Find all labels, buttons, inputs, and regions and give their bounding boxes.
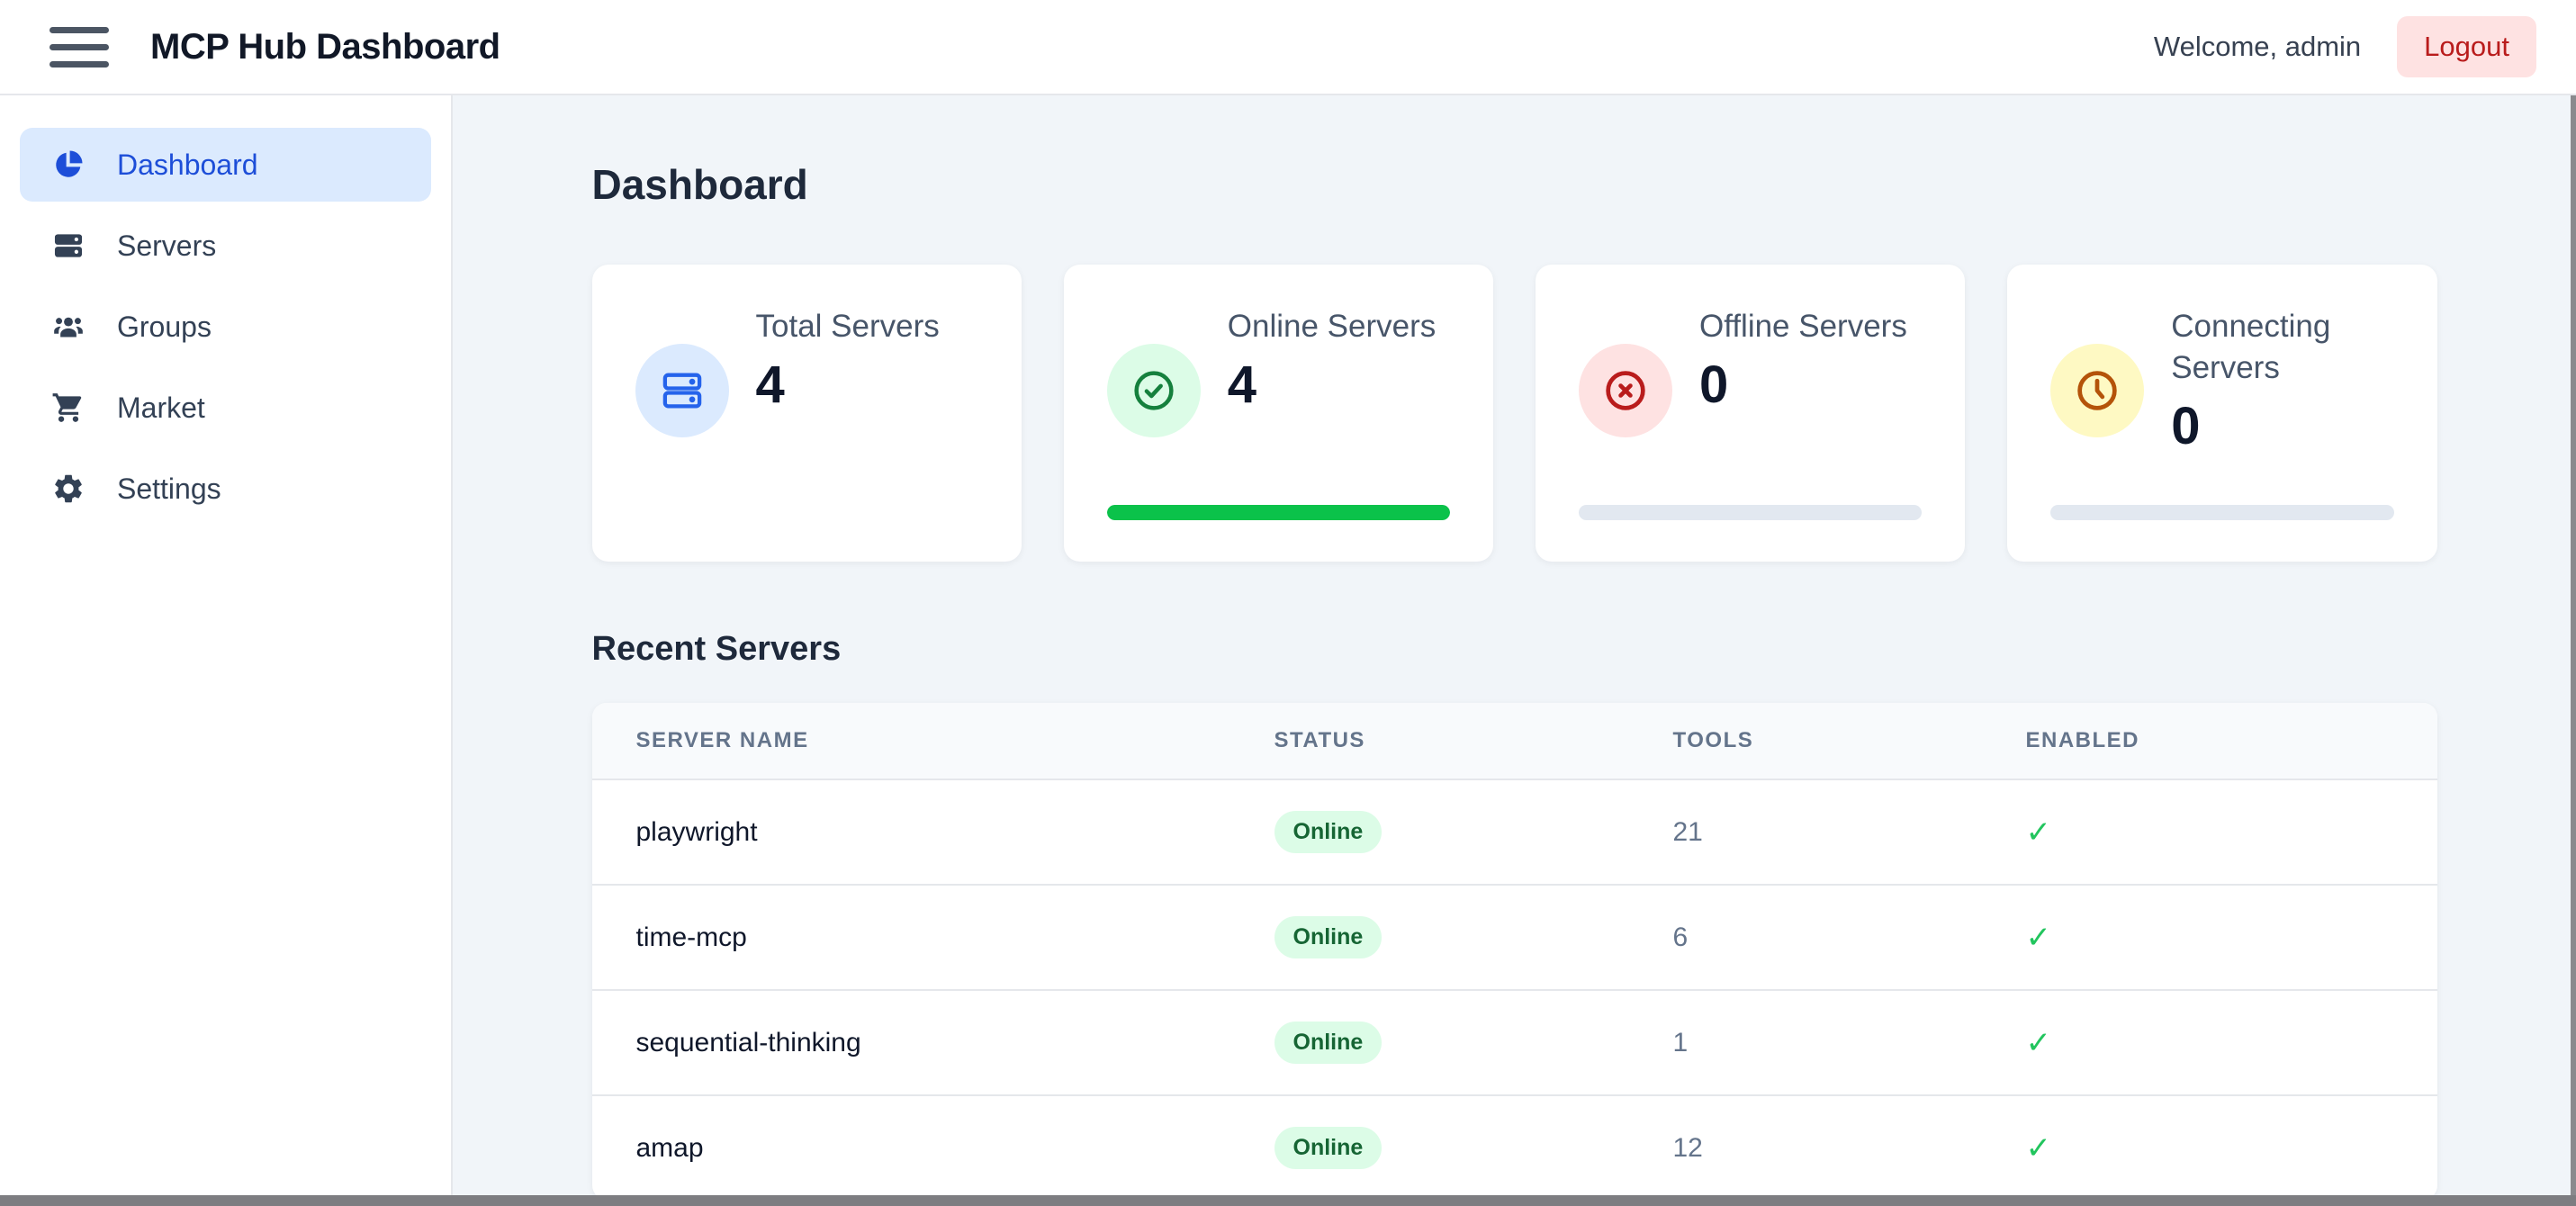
server-name: playwright — [592, 779, 1274, 885]
tools-count: 21 — [1673, 779, 2026, 885]
stat-card-total-servers: Total Servers 4 — [592, 265, 1022, 562]
tools-count: 12 — [1673, 1095, 2026, 1195]
online-progress-bar — [1107, 505, 1450, 520]
tools-count: 1 — [1673, 990, 2026, 1095]
connecting-progress-bar — [2050, 505, 2393, 520]
sidebar-item-label: Dashboard — [117, 148, 258, 182]
recent-servers-table: SERVER NAME STATUS TOOLS ENABLED playwri… — [592, 703, 2437, 1195]
clock-icon — [2050, 344, 2144, 437]
stat-card-value: 4 — [1228, 355, 1436, 415]
sidebar-item-label: Groups — [117, 310, 212, 344]
table-header-row: SERVER NAME STATUS TOOLS ENABLED — [592, 703, 2437, 779]
server-icon — [635, 344, 729, 437]
tools-count: 6 — [1673, 885, 2026, 990]
server-name: amap — [592, 1095, 1274, 1195]
check-circle-icon — [1107, 344, 1201, 437]
stat-card-label: Online Servers — [1228, 306, 1436, 347]
bottom-scrollbar[interactable] — [0, 1195, 2576, 1206]
table-row: time-mcp Online 6 ✓ — [592, 885, 2437, 990]
stat-card-value: 4 — [756, 355, 940, 415]
sidebar-item-market[interactable]: Market — [20, 371, 431, 445]
logout-button[interactable]: Logout — [2397, 16, 2536, 77]
column-header-status: STATUS — [1274, 703, 1673, 779]
stat-card-online-servers: Online Servers 4 — [1064, 265, 1493, 562]
status-badge: Online — [1274, 811, 1383, 853]
stat-card-connecting-servers: Connecting Servers 0 — [2007, 265, 2436, 562]
enabled-check-icon: ✓ — [2026, 990, 2437, 1095]
column-header-server-name: SERVER NAME — [592, 703, 1274, 779]
enabled-check-icon: ✓ — [2026, 885, 2437, 990]
sidebar-item-settings[interactable]: Settings — [20, 452, 431, 526]
server-name: sequential-thinking — [592, 990, 1274, 1095]
status-badge: Online — [1274, 1022, 1383, 1064]
stat-card-label: Offline Servers — [1699, 306, 1907, 347]
recent-servers-heading: Recent Servers — [592, 630, 2437, 669]
enabled-check-icon: ✓ — [2026, 779, 2437, 885]
sidebar-item-dashboard[interactable]: Dashboard — [20, 128, 431, 202]
sidebar-item-label: Servers — [117, 230, 216, 263]
sidebar-item-label: Settings — [117, 472, 221, 506]
stat-card-offline-servers: Offline Servers 0 — [1536, 265, 1965, 562]
users-group-icon — [50, 309, 86, 345]
page-title: Dashboard — [592, 160, 2437, 209]
shopping-cart-icon — [50, 390, 86, 426]
x-circle-icon — [1579, 344, 1672, 437]
offline-progress-bar — [1579, 505, 1922, 520]
stat-card-value: 0 — [2171, 396, 2393, 456]
app-title: MCP Hub Dashboard — [150, 27, 500, 68]
table-row: amap Online 12 ✓ — [592, 1095, 2437, 1195]
table-row: playwright Online 21 ✓ — [592, 779, 2437, 885]
column-header-tools: TOOLS — [1673, 703, 2026, 779]
column-header-enabled: ENABLED — [2026, 703, 2437, 779]
stat-card-value: 0 — [1699, 355, 1907, 415]
vertical-scrollbar[interactable] — [2571, 95, 2576, 1206]
table-row: sequential-thinking Online 1 ✓ — [592, 990, 2437, 1095]
enabled-check-icon: ✓ — [2026, 1095, 2437, 1195]
stat-card-label: Connecting Servers — [2171, 306, 2393, 389]
main-content: Dashboard Total Servers 4 — [453, 95, 2576, 1195]
pie-chart-icon — [50, 147, 86, 183]
app-header: MCP Hub Dashboard Welcome, admin Logout — [0, 0, 2576, 95]
sidebar-item-label: Market — [117, 392, 205, 425]
menu-icon[interactable] — [50, 27, 109, 68]
status-badge: Online — [1274, 916, 1383, 958]
stat-card-label: Total Servers — [756, 306, 940, 347]
sidebar-item-servers[interactable]: Servers — [20, 209, 431, 283]
sidebar: Dashboard Servers Groups Market Settings — [0, 95, 453, 1195]
welcome-text: Welcome, admin — [2154, 31, 2361, 63]
status-badge: Online — [1274, 1127, 1383, 1169]
server-name: time-mcp — [592, 885, 1274, 990]
sidebar-item-groups[interactable]: Groups — [20, 290, 431, 364]
server-stack-icon — [50, 228, 86, 264]
gear-icon — [50, 471, 86, 507]
stat-cards-row: Total Servers 4 Online Servers 4 — [592, 265, 2437, 562]
